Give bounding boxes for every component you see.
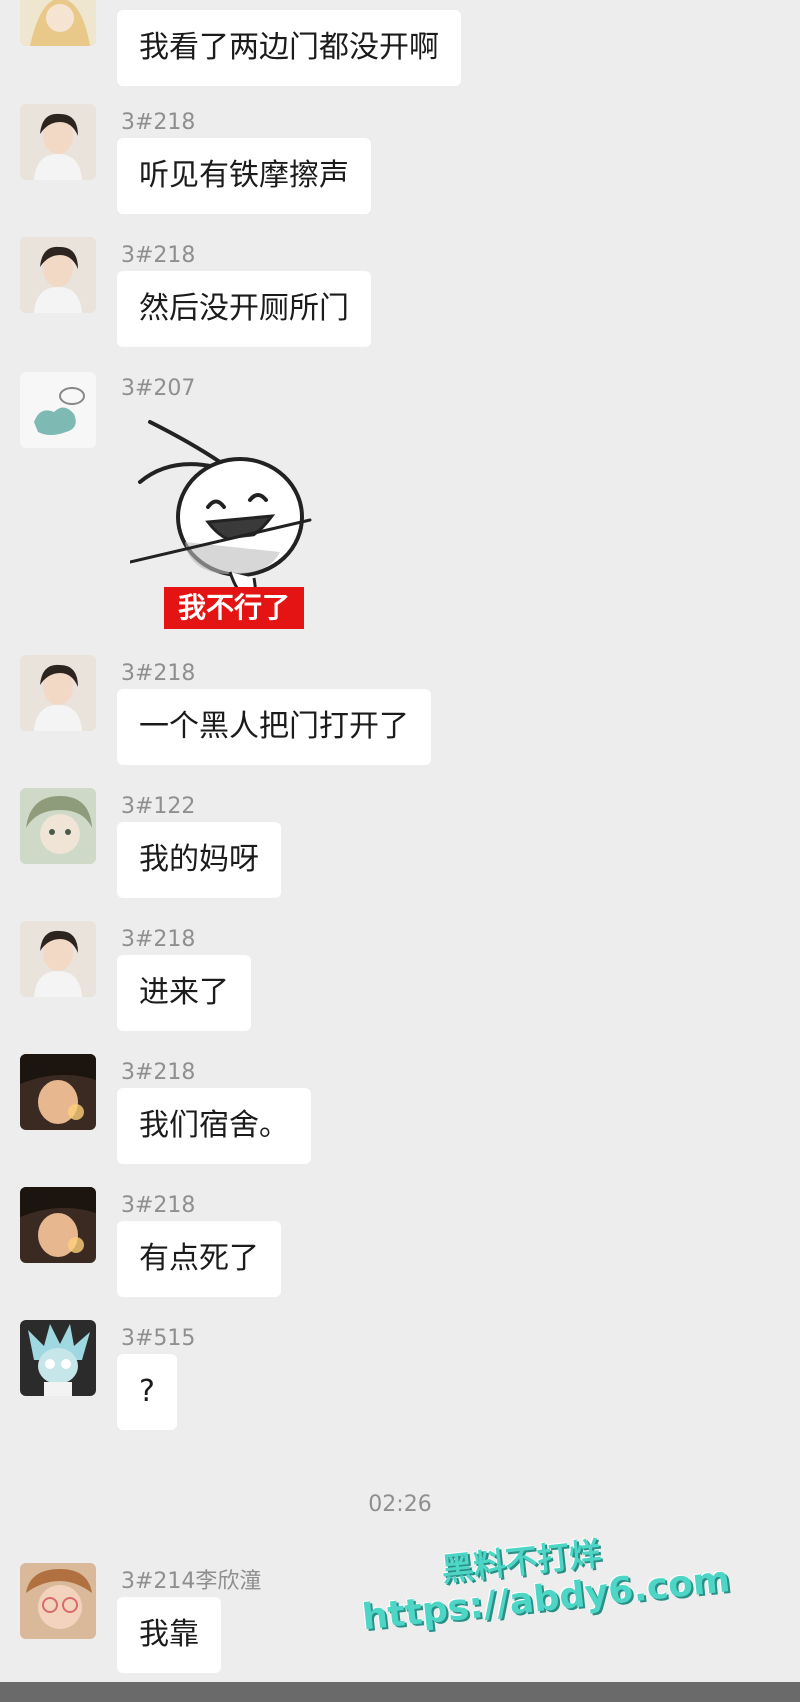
message-bubble[interactable]: 然后没开厕所门: [117, 271, 371, 347]
avatar[interactable]: [20, 1563, 96, 1639]
person-avatar-icon: [20, 655, 96, 731]
sender-name: 3#218: [121, 110, 196, 135]
avatar[interactable]: [20, 1187, 96, 1263]
avatar[interactable]: [20, 1320, 96, 1396]
message-bubble[interactable]: 有点死了: [117, 1221, 281, 1297]
sender-name: 3#218: [121, 1193, 196, 1218]
sticker-avatar-icon: [20, 372, 96, 448]
message-bubble[interactable]: 听见有铁摩擦声: [117, 138, 371, 214]
avatar[interactable]: [20, 788, 96, 864]
bottom-bar: [0, 1682, 800, 1702]
watermark: 黑料不打烊 https://abdy6.com: [355, 1511, 732, 1667]
avatar[interactable]: [20, 237, 96, 313]
sticker-caption: 我不行了: [164, 587, 304, 629]
sender-name: 3#214李欣潼: [121, 1569, 262, 1594]
message-bubble[interactable]: 一个黑人把门打开了: [117, 689, 431, 765]
person-avatar-icon: [20, 237, 96, 313]
avatar[interactable]: [20, 655, 96, 731]
person-avatar-icon: [20, 104, 96, 180]
avatar[interactable]: [20, 372, 96, 448]
avatar[interactable]: [20, 104, 96, 180]
person-avatar-icon: [20, 921, 96, 997]
message-bubble[interactable]: ?: [117, 1354, 177, 1430]
sender-name: 3#218: [121, 243, 196, 268]
cartoon-avatar-icon: [20, 1320, 96, 1396]
message-bubble[interactable]: 我靠: [117, 1597, 221, 1673]
photo-avatar-icon: [20, 1563, 96, 1639]
sender-name: 3#515: [121, 1326, 196, 1351]
sender-name: 3#122: [121, 794, 196, 819]
avatar[interactable]: [20, 1054, 96, 1130]
message-bubble[interactable]: 我看了两边门都没开啊: [117, 10, 461, 86]
sender-name: 3#207: [121, 376, 196, 401]
sender-name: 3#218: [121, 661, 196, 686]
avatar[interactable]: [20, 921, 96, 997]
sender-name: 3#218: [121, 1060, 196, 1085]
message-bubble[interactable]: 我的妈呀: [117, 822, 281, 898]
message-bubble[interactable]: 我们宿舍。: [117, 1088, 311, 1164]
photo-avatar-icon: [20, 1054, 96, 1130]
anime-avatar-icon: [20, 788, 96, 864]
avatar[interactable]: [20, 0, 96, 46]
photo-avatar-icon: [20, 1187, 96, 1263]
message-bubble[interactable]: 进来了: [117, 955, 251, 1031]
sender-name: 3#218: [121, 927, 196, 952]
anime-avatar-icon: [20, 0, 96, 46]
